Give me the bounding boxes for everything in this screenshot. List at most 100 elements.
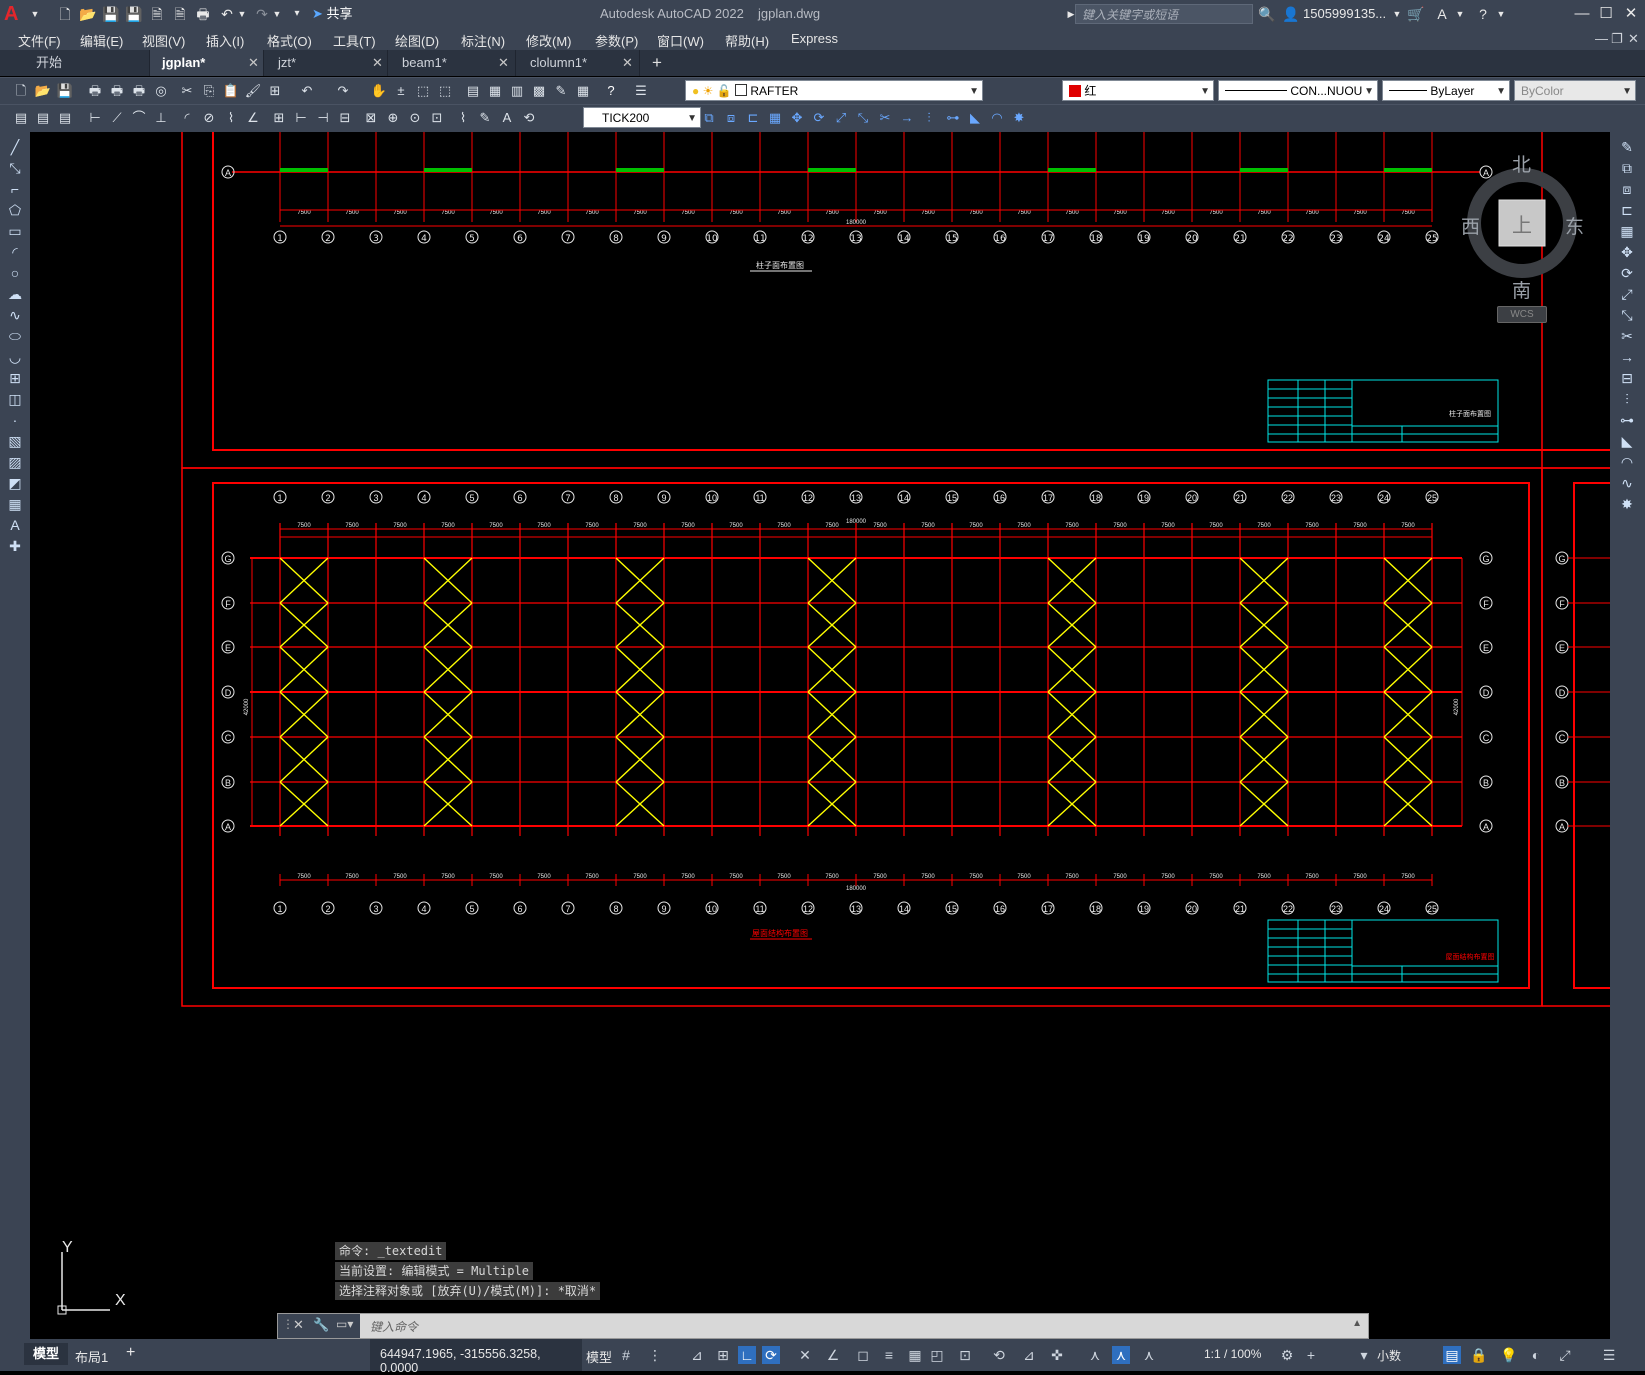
trim-icon[interactable]: ✂	[1618, 327, 1636, 345]
wcs-menu[interactable]: WCS	[1497, 306, 1547, 323]
plot-icon[interactable]: 🖶	[86, 82, 104, 100]
break-icon[interactable]: ⫶	[1618, 390, 1636, 408]
copy-object-icon[interactable]: ⧉	[1618, 159, 1636, 177]
quick-dim-icon[interactable]: ⊞	[270, 109, 288, 127]
line-icon[interactable]: ╱	[6, 138, 24, 156]
radius-dim-icon[interactable]: ◜	[178, 109, 196, 127]
save-icon[interactable]: 💾	[102, 5, 120, 23]
new-tab-icon[interactable]: +	[652, 53, 662, 73]
tab-layout1[interactable]: 布局1	[75, 1347, 108, 1366]
dynamic-ucs-toggle-icon[interactable]: ⟲	[990, 1346, 1008, 1364]
gradient-icon[interactable]: ▨	[6, 453, 24, 471]
tab-close-icon[interactable]: ✕	[372, 50, 383, 76]
move-icon[interactable]: ✥	[1618, 243, 1636, 261]
chamfer-icon[interactable]: ◣	[1618, 432, 1636, 450]
copy-icon[interactable]: ⎘	[200, 82, 218, 100]
scale-icon[interactable]: ⤢	[1618, 285, 1636, 303]
menu-modify[interactable]: 修改(M)	[526, 31, 572, 50]
baseline-dim-icon[interactable]: ⊢	[292, 109, 310, 127]
autodesk-app-icon[interactable]: A	[1433, 5, 1451, 23]
selection-cycling-toggle-icon[interactable]: ◰	[928, 1346, 946, 1364]
maximize-icon[interactable]: ☐	[1595, 4, 1617, 24]
region-icon[interactable]: ◩	[6, 474, 24, 492]
markup-icon[interactable]: ✎	[552, 82, 570, 100]
jogged-icon[interactable]: ⌇	[222, 109, 240, 127]
erase-icon[interactable]: ✎	[1618, 138, 1636, 156]
color-combo[interactable]: 红 ▼	[1062, 80, 1214, 101]
annotation-scale[interactable]: 1:1 / 100%	[1204, 1347, 1261, 1361]
tab-jzt[interactable]: jzt* ✕	[266, 50, 388, 76]
polar-tracking-toggle-icon[interactable]: ⟳	[762, 1346, 780, 1364]
zoom-realtime-icon[interactable]: ±	[392, 82, 410, 100]
stretch-icon[interactable]: ⤡	[1618, 306, 1636, 324]
customize-toggle-icon[interactable]: ☰	[1600, 1346, 1618, 1364]
help-icon[interactable]: ?	[602, 82, 620, 100]
layer-combo[interactable]: ● ☀ 🔓 RAFTER ▼	[685, 80, 983, 101]
lineweight-toggle-icon[interactable]: ≡	[880, 1346, 898, 1364]
circle-icon[interactable]: ○	[6, 264, 24, 282]
center-mark-icon[interactable]: ⊙	[406, 109, 424, 127]
menu-edit[interactable]: 编辑(E)	[80, 31, 123, 50]
extend-icon[interactable]: →	[1618, 348, 1636, 366]
object-snap-toggle-icon[interactable]: ◻	[854, 1346, 872, 1364]
command-scroll-icon[interactable]: ▲	[1352, 1318, 1362, 1329]
array-icon[interactable]: ▦	[1618, 222, 1636, 240]
mirror-icon[interactable]: ⧈	[722, 109, 740, 127]
undo-dropdown-icon[interactable]: ▼	[233, 5, 251, 23]
units-display[interactable]: 小数	[1377, 1347, 1401, 1364]
hatch-icon[interactable]: ▧	[6, 432, 24, 450]
multiline-text-icon[interactable]: A	[6, 516, 24, 534]
plotstyle-combo[interactable]: ByColor ▼	[1514, 80, 1636, 101]
cad-drawing[interactable]: 1 7500 2 7500 3 7500 4 7500 5 7500 6 7500 7 7500 8 7500…	[30, 132, 1610, 1339]
tab-close-icon[interactable]: ✕	[248, 50, 259, 76]
search-input[interactable]: 键入关键字或短语	[1075, 4, 1253, 24]
isolate-objects-toggle-icon[interactable]: 💡	[1500, 1346, 1518, 1364]
rotate-icon[interactable]: ⟳	[1618, 264, 1636, 282]
ortho-toggle-icon[interactable]: ∟	[738, 1346, 756, 1364]
arc-length-icon[interactable]: ⌒	[130, 109, 148, 127]
annotation-visibility-toggle-icon[interactable]: ⋏	[1086, 1346, 1104, 1364]
isometric-toggle-icon[interactable]: ✕	[796, 1346, 814, 1364]
menu-tools[interactable]: 工具(T)	[333, 31, 376, 50]
cut-icon[interactable]: ✂	[178, 82, 196, 100]
inspection-icon[interactable]: ⊡	[428, 109, 446, 127]
open-file-icon[interactable]: 📂	[79, 5, 97, 23]
recent-commands-icon[interactable]: ▭▾	[336, 1317, 353, 1331]
break-at-point-icon[interactable]: ⊟	[1618, 369, 1636, 387]
continue-dim-icon[interactable]: ⊣	[314, 109, 332, 127]
dim-space-icon[interactable]: ⊟	[336, 109, 354, 127]
design-center-icon[interactable]: ▦	[486, 82, 504, 100]
3d-print-icon[interactable]: ◎	[152, 82, 170, 100]
open-web-icon[interactable]: 🗎	[148, 5, 166, 23]
cart-icon[interactable]: 🛒	[1407, 5, 1425, 23]
block-editor-icon[interactable]: ⊞	[266, 82, 284, 100]
fillet-icon[interactable]: ◠	[988, 109, 1006, 127]
clean-screen-toggle-icon[interactable]: ⤢	[1556, 1346, 1574, 1364]
doc-restore-icon[interactable]: ❐	[1611, 31, 1623, 47]
add-selected-icon[interactable]: ✚	[6, 537, 24, 555]
diameter-dim-icon[interactable]: ⊘	[200, 109, 218, 127]
dynamic-input-toggle-icon[interactable]: ⊞	[714, 1346, 732, 1364]
move-icon[interactable]: ✥	[788, 109, 806, 127]
tab-beam1[interactable]: beam1* ✕	[390, 50, 516, 76]
help-icon[interactable]: ?	[1474, 5, 1492, 23]
undo-icon[interactable]: ↶	[298, 82, 316, 100]
menu-dimension[interactable]: 标注(N)	[461, 31, 505, 50]
tab-close-icon[interactable]: ✕	[498, 50, 509, 76]
tolerance-icon[interactable]: ⊕	[384, 109, 402, 127]
aligned-dim-icon[interactable]: ⟋	[108, 109, 126, 127]
tab-close-icon[interactable]: ✕	[622, 50, 633, 76]
gizmo-toggle-icon[interactable]: ✜	[1048, 1346, 1066, 1364]
doc-close-icon[interactable]: ✕	[1628, 31, 1639, 47]
point-icon[interactable]: ·	[6, 411, 24, 429]
tab-clolumn1[interactable]: clolumn1* ✕	[518, 50, 640, 76]
help-dropdown-icon[interactable]: ▼	[1492, 5, 1510, 23]
lock-ui-toggle-icon[interactable]: 🔒	[1470, 1346, 1488, 1364]
quick-calc-icon[interactable]: ▦	[574, 82, 592, 100]
transparency-toggle-icon[interactable]: ▦	[906, 1346, 924, 1364]
polyline-icon[interactable]: ⌐	[6, 180, 24, 198]
offset-icon[interactable]: ⊏	[1618, 201, 1636, 219]
paste-icon[interactable]: 📋	[222, 82, 240, 100]
make-block-icon[interactable]: ◫	[6, 390, 24, 408]
copy-icon[interactable]: ⧉	[700, 109, 718, 127]
